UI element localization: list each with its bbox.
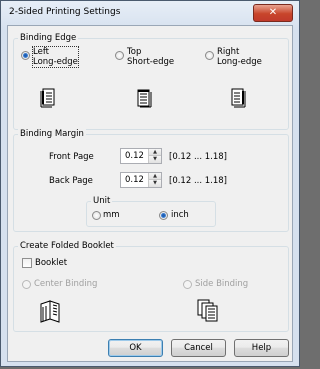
- binding-margin-legend: Binding Margin: [18, 129, 86, 139]
- side-binding-booklet-icon: [197, 299, 218, 322]
- binding-margin-group: Binding Margin Front Page 0.12 ▲ ▼ [0.12…: [13, 129, 289, 232]
- front-page-increase-arrow-icon[interactable]: ▲: [149, 149, 161, 156]
- left-long-edge-radio[interactable]: [21, 51, 30, 60]
- doc-right-binding-icon: [231, 88, 246, 108]
- top-short-edge-label[interactable]: Top Short-edge: [127, 47, 174, 67]
- front-page-decrease-arrow-icon[interactable]: ▼: [149, 156, 161, 163]
- dialog-client-area: Binding Edge Left Long-edge Top Short-edge: [7, 25, 293, 362]
- back-page-increase-arrow-icon[interactable]: ▲: [149, 173, 161, 180]
- unit-group: Unit mm inch: [86, 196, 216, 227]
- unit-inch-radio[interactable]: [159, 211, 168, 220]
- ok-button[interactable]: OK: [108, 339, 163, 357]
- right-long-edge-radio[interactable]: [205, 51, 214, 60]
- close-button[interactable]: ✕: [253, 4, 293, 22]
- back-page-margin-value[interactable]: 0.12: [125, 175, 144, 185]
- back-page-label: Back Page: [49, 176, 93, 186]
- center-binding-label: Center Binding: [34, 279, 98, 289]
- front-page-margin-spinner[interactable]: 0.12 ▲ ▼: [120, 148, 162, 164]
- booklet-checkbox[interactable]: [22, 258, 32, 268]
- doc-top-binding-icon: [137, 89, 152, 108]
- booklet-legend: Create Folded Booklet: [18, 241, 116, 251]
- cancel-button[interactable]: Cancel: [171, 339, 226, 357]
- binding-edge-legend: Binding Edge: [18, 33, 79, 43]
- back-page-range: [0.12 ... 1.18]: [169, 176, 227, 186]
- unit-inch-label[interactable]: inch: [171, 210, 189, 220]
- side-binding-label: Side Binding: [195, 279, 249, 289]
- right-long-edge-label[interactable]: Right Long-edge: [217, 47, 262, 67]
- unit-legend: Unit: [91, 196, 113, 206]
- back-page-decrease-arrow-icon[interactable]: ▼: [149, 180, 161, 187]
- side-binding-radio[interactable]: [183, 280, 192, 289]
- front-page-margin-value[interactable]: 0.12: [125, 151, 144, 161]
- left-long-edge-label[interactable]: Left Long-edge: [32, 46, 79, 68]
- create-folded-booklet-group: Create Folded Booklet Booklet Center Bin…: [13, 241, 289, 332]
- dialog-title: 2-Sided Printing Settings: [9, 7, 121, 17]
- back-page-margin-spinner[interactable]: 0.12 ▲ ▼: [120, 172, 162, 188]
- front-page-range: [0.12 ... 1.18]: [169, 152, 227, 162]
- front-page-label: Front Page: [49, 152, 94, 162]
- doc-left-binding-icon: [40, 88, 55, 108]
- unit-mm-radio[interactable]: [92, 211, 101, 220]
- unit-mm-label[interactable]: mm: [103, 210, 120, 220]
- center-binding-booklet-icon: [40, 300, 60, 323]
- title-bar[interactable]: 2-Sided Printing Settings ✕: [1, 1, 299, 25]
- top-short-edge-radio[interactable]: [115, 51, 124, 60]
- dialog-window: 2-Sided Printing Settings ✕ Binding Edge…: [0, 0, 300, 367]
- help-button[interactable]: Help: [234, 339, 289, 357]
- booklet-checkbox-label[interactable]: Booklet: [35, 258, 67, 268]
- center-binding-radio[interactable]: [22, 280, 31, 289]
- binding-edge-group: Binding Edge Left Long-edge Top Short-edge: [13, 33, 289, 130]
